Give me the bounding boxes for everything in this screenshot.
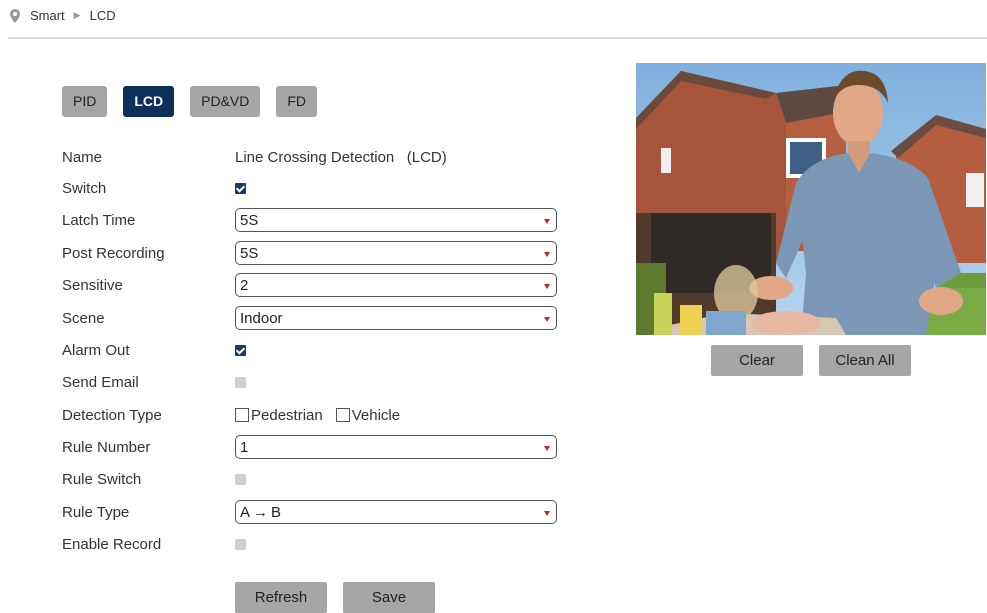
- refresh-button[interactable]: Refresh: [235, 582, 327, 613]
- vehicle-label: Vehicle: [351, 406, 401, 424]
- detection-type-label: Detection Type: [62, 406, 162, 424]
- dropdown-caret-icon: [544, 511, 550, 516]
- name-row: Name Line Crossing Detection (LCD): [62, 144, 562, 170]
- location-pin-icon: [10, 8, 20, 23]
- dropdown-caret-icon: [544, 219, 550, 224]
- header-divider: [8, 37, 987, 39]
- clean-all-button[interactable]: Clean All: [819, 345, 911, 376]
- sensitive-select[interactable]: 2: [235, 273, 557, 297]
- latch-time-label: Latch Time: [62, 211, 136, 229]
- alarm-out-checkbox[interactable]: [235, 344, 246, 356]
- name-label: Name: [62, 148, 103, 166]
- enable-record-label: Enable Record: [62, 535, 162, 553]
- switch-label: Switch: [62, 179, 107, 197]
- pedestrian-checkbox[interactable]: [235, 408, 249, 422]
- dropdown-caret-icon: [544, 284, 550, 289]
- breadcrumb-arrow-icon: ▶: [73, 10, 81, 20]
- send-email-row: Send Email: [62, 369, 562, 395]
- send-email-label: Send Email: [62, 373, 139, 391]
- rule-number-select[interactable]: 1: [235, 435, 557, 459]
- camera-preview[interactable]: [636, 63, 986, 335]
- post-recording-label: Post Recording: [62, 244, 165, 262]
- post-recording-select[interactable]: 5S: [235, 241, 557, 265]
- detection-tabs: PID LCD PD&VD FD: [62, 86, 333, 117]
- pedestrian-label: Pedestrian: [251, 406, 323, 424]
- post-recording-value: 5S: [240, 244, 259, 262]
- rule-number-value: 1: [240, 438, 249, 456]
- rule-type-row: Rule Type A → B: [62, 499, 562, 525]
- rule-type-value: A → B: [240, 503, 282, 521]
- rule-switch-checkbox[interactable]: [235, 473, 246, 485]
- enable-record-row: Enable Record: [62, 531, 562, 557]
- post-recording-row: Post Recording 5S: [62, 240, 562, 266]
- breadcrumb-smart[interactable]: Smart: [30, 8, 65, 23]
- send-email-checkbox[interactable]: [235, 376, 246, 388]
- sensitive-label: Sensitive: [62, 276, 123, 294]
- clear-button[interactable]: Clear: [711, 345, 803, 376]
- name-value: Line Crossing Detection (LCD): [235, 148, 447, 166]
- breadcrumb: Smart ▶ LCD: [10, 8, 116, 23]
- switch-row: Switch: [62, 175, 562, 201]
- scene-label: Scene: [62, 309, 105, 327]
- tab-lcd[interactable]: LCD: [123, 86, 175, 117]
- scene-row: Scene Indoor: [62, 305, 562, 331]
- latch-time-row: Latch Time 5S: [62, 207, 562, 233]
- camera-preview-image: [636, 63, 986, 335]
- save-button[interactable]: Save: [343, 582, 435, 613]
- alarm-out-label: Alarm Out: [62, 341, 130, 359]
- rule-type-select[interactable]: A → B: [235, 500, 557, 524]
- scene-select[interactable]: Indoor: [235, 306, 557, 330]
- dropdown-caret-icon: [544, 446, 550, 451]
- sensitive-row: Sensitive 2: [62, 272, 562, 298]
- rule-type-label: Rule Type: [62, 503, 130, 521]
- dropdown-caret-icon: [544, 317, 550, 322]
- switch-checkbox[interactable]: [235, 182, 246, 194]
- tab-pid[interactable]: PID: [62, 86, 108, 117]
- latch-time-select[interactable]: 5S: [235, 208, 557, 232]
- breadcrumb-lcd: LCD: [89, 8, 116, 23]
- rule-switch-label: Rule Switch: [62, 470, 142, 488]
- rule-number-row: Rule Number 1: [62, 434, 562, 460]
- tab-pd-vd[interactable]: PD&VD: [190, 86, 261, 117]
- scene-value: Indoor: [240, 309, 283, 327]
- alarm-out-row: Alarm Out: [62, 337, 562, 363]
- enable-record-checkbox[interactable]: [235, 538, 246, 550]
- sensitive-value: 2: [240, 276, 249, 294]
- detection-type-row: Detection Type Pedestrian Vehicle: [62, 402, 562, 428]
- rule-number-label: Rule Number: [62, 438, 151, 456]
- rule-switch-row: Rule Switch: [62, 466, 562, 492]
- tab-fd[interactable]: FD: [276, 86, 318, 117]
- vehicle-checkbox[interactable]: [335, 408, 350, 422]
- latch-time-value: 5S: [240, 211, 259, 229]
- dropdown-caret-icon: [544, 252, 550, 257]
